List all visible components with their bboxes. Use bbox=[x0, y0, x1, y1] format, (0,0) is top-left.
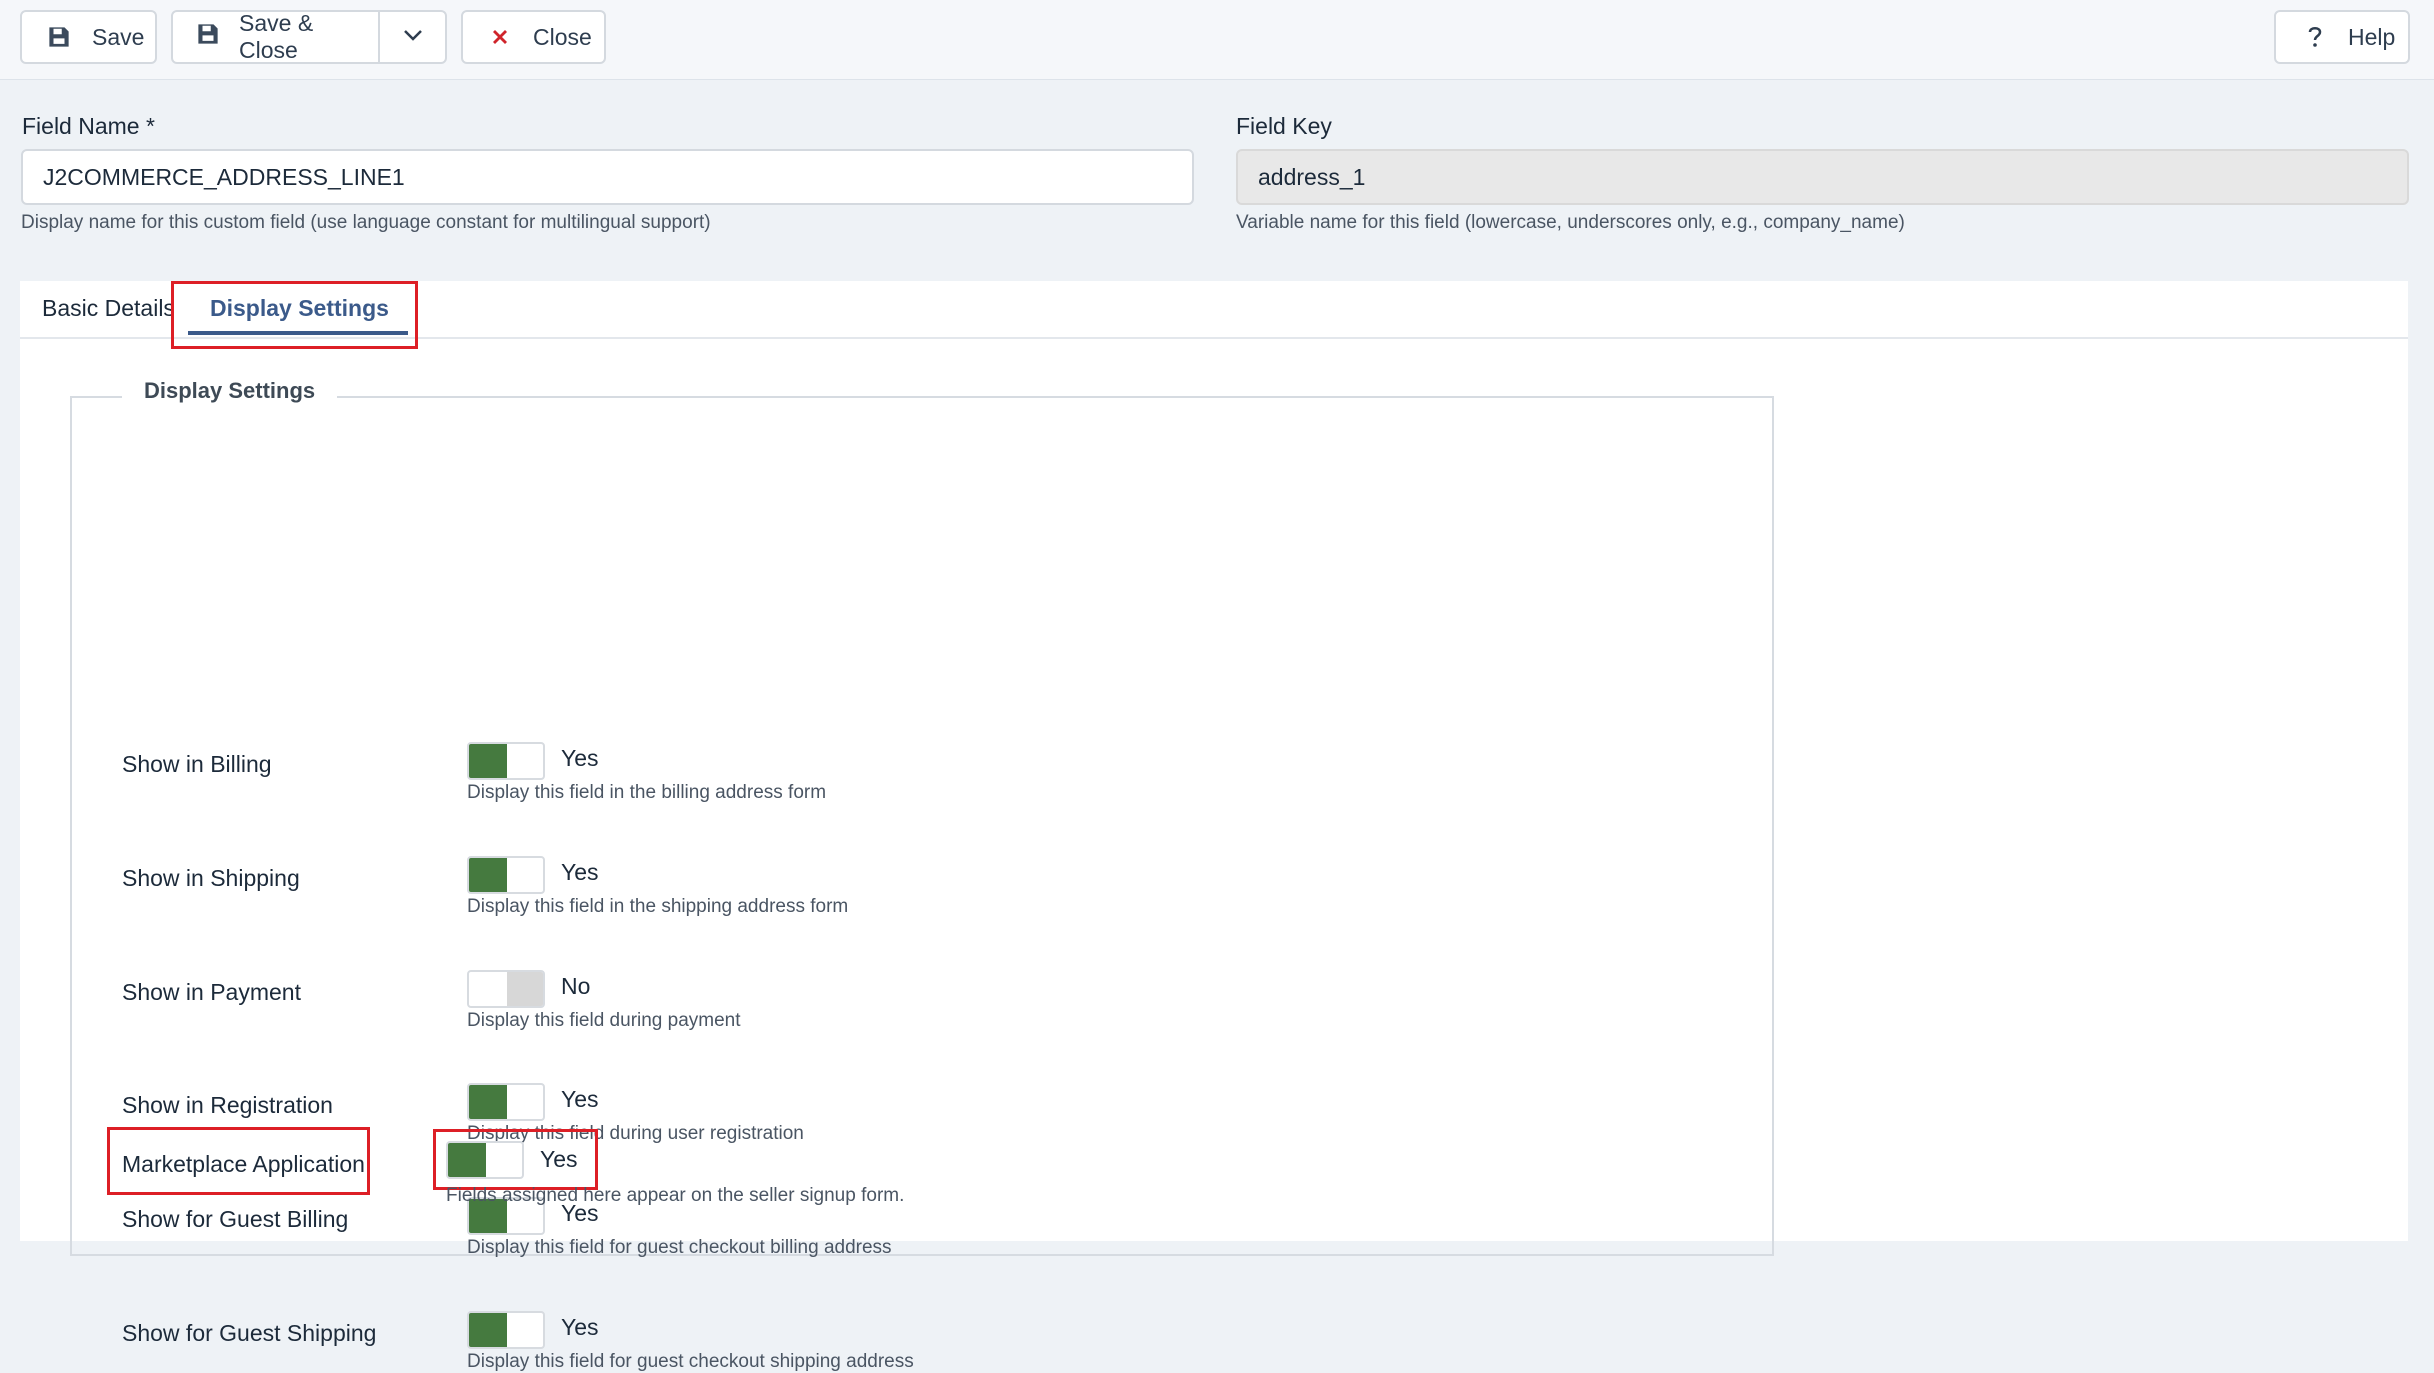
save-close-button[interactable]: Save & Close bbox=[173, 10, 380, 63]
show-in-payment-help: Display this field during payment bbox=[467, 1010, 741, 1031]
active-tab-indicator bbox=[188, 331, 408, 335]
toggle-knob bbox=[469, 858, 507, 892]
field-name-help: Display name for this custom field (use … bbox=[21, 212, 711, 233]
floppy-disk-icon bbox=[197, 23, 219, 51]
help-button[interactable]: Help bbox=[2274, 10, 2410, 64]
marketplace-application-label: Marketplace Application bbox=[122, 1151, 365, 1177]
show-for-guest-shipping-label: Show for Guest Shipping bbox=[122, 1320, 377, 1346]
show-in-shipping-state: Yes bbox=[561, 859, 599, 885]
tab-basic-details[interactable]: Basic Details bbox=[42, 295, 175, 322]
show-in-payment-label: Show in Payment bbox=[122, 979, 301, 1005]
toggle-knob bbox=[469, 1313, 507, 1347]
save-close-button-group: Save & Close bbox=[171, 10, 447, 64]
show-in-billing-label: Show in Billing bbox=[122, 751, 272, 777]
show-for-guest-billing-label: Show for Guest Billing bbox=[122, 1206, 349, 1232]
show-for-guest-shipping-toggle[interactable] bbox=[467, 1311, 545, 1349]
field-key-label: Field Key bbox=[1236, 113, 1332, 139]
show-in-registration-toggle[interactable] bbox=[467, 1083, 545, 1121]
help-button-label: Help bbox=[2348, 23, 2396, 50]
tab-bar: Basic Details Display Settings bbox=[20, 281, 2408, 349]
show-in-registration-state: Yes bbox=[561, 1086, 599, 1112]
field-name-input[interactable] bbox=[21, 149, 1194, 205]
show-in-payment-state: No bbox=[561, 973, 591, 999]
show-for-guest-shipping-state: Yes bbox=[561, 1314, 599, 1340]
fieldset-legend: Display Settings bbox=[122, 378, 338, 404]
close-button-label: Close bbox=[533, 23, 592, 50]
question-mark-icon bbox=[2302, 24, 2328, 50]
show-in-billing-toggle[interactable] bbox=[467, 742, 545, 780]
save-button[interactable]: Save bbox=[20, 10, 157, 64]
save-button-label: Save bbox=[92, 23, 145, 50]
show-in-payment-toggle[interactable] bbox=[467, 970, 545, 1008]
toolbar: Save Save & Close Close Help bbox=[0, 0, 2434, 80]
x-icon bbox=[487, 24, 513, 50]
toggle-knob bbox=[469, 1085, 507, 1119]
toggle-knob bbox=[507, 972, 543, 1006]
show-in-registration-label: Show in Registration bbox=[122, 1092, 333, 1118]
tab-display-settings[interactable]: Display Settings bbox=[210, 295, 389, 322]
show-in-shipping-toggle[interactable] bbox=[467, 856, 545, 894]
floppy-disk-icon bbox=[46, 24, 72, 50]
close-button[interactable]: Close bbox=[461, 10, 606, 64]
show-in-billing-state: Yes bbox=[561, 745, 599, 771]
save-options-dropdown-button[interactable] bbox=[380, 12, 445, 62]
marketplace-application-help: Fields assigned here appear on the selle… bbox=[446, 1185, 905, 1206]
save-close-button-label: Save & Close bbox=[239, 10, 314, 63]
show-for-guest-billing-help: Display this field for guest checkout bi… bbox=[467, 1237, 892, 1258]
toggle-knob bbox=[448, 1143, 486, 1177]
show-in-shipping-help: Display this field in the shipping addre… bbox=[467, 896, 849, 917]
marketplace-application-state: Yes bbox=[540, 1146, 578, 1172]
display-settings-fieldset: Display Settings Show in Billing Yes Dis… bbox=[70, 378, 1774, 1372]
show-in-shipping-label: Show in Shipping bbox=[122, 865, 300, 891]
field-key-input[interactable] bbox=[1236, 149, 2409, 205]
field-name-label: Field Name * bbox=[22, 113, 155, 139]
marketplace-application-toggle[interactable] bbox=[446, 1141, 524, 1179]
tabbed-panel: Basic Details Display Settings Display S… bbox=[20, 281, 2408, 1372]
show-in-billing-help: Display this field in the billing addres… bbox=[467, 782, 827, 803]
field-key-help: Variable name for this field (lowercase,… bbox=[1236, 212, 1905, 233]
chevron-down-icon bbox=[401, 27, 425, 48]
toggle-knob bbox=[469, 744, 507, 778]
show-for-guest-shipping-help: Display this field for guest checkout sh… bbox=[467, 1351, 914, 1372]
